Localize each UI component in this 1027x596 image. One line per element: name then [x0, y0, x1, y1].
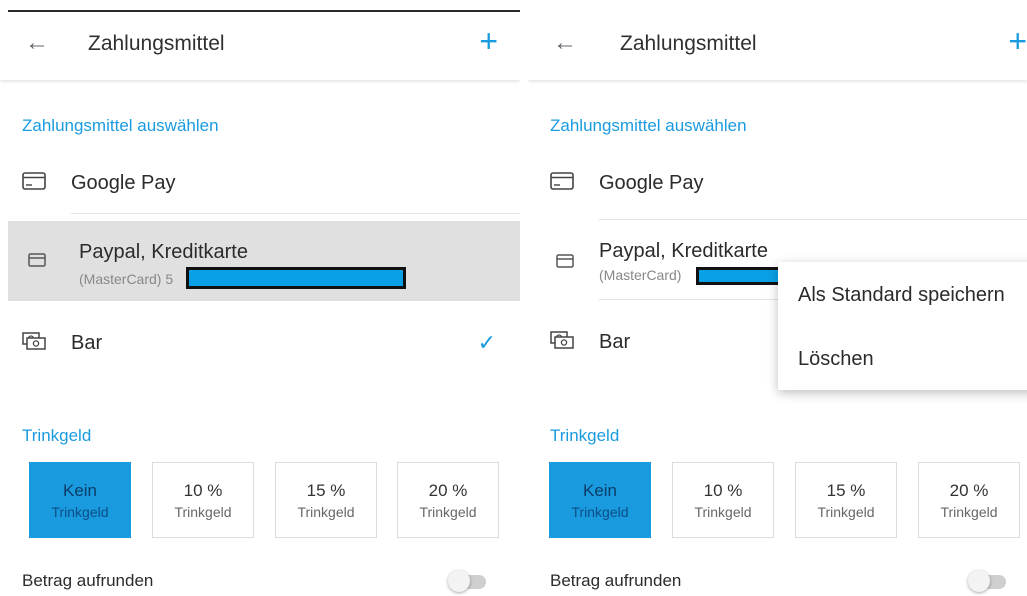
divider	[599, 219, 1027, 220]
cash-icon	[22, 332, 46, 350]
redaction-bar	[186, 267, 406, 289]
round-up-label: Betrag aufrunden	[22, 571, 154, 590]
tip-label: Trinkgeld	[571, 504, 629, 520]
tip-label: Trinkgeld	[51, 504, 109, 520]
payment-method-subtitle: (MasterCard) 5	[79, 271, 174, 287]
card-icon	[22, 172, 46, 190]
tip-label: Trinkgeld	[940, 504, 998, 520]
app-bar: ← Zahlungsmittel +	[0, 12, 520, 80]
tip-value: Kein	[582, 481, 618, 500]
tip-label: Trinkgeld	[419, 504, 477, 520]
tip-option-20[interactable]: 20 % Trinkgeld	[397, 462, 499, 538]
tip-option-none[interactable]: Kein Trinkgeld	[29, 462, 131, 538]
tip-value: 20 %	[428, 481, 468, 500]
tip-value: 10 %	[703, 481, 743, 500]
tip-value: Kein	[62, 481, 98, 500]
arrow-left-icon[interactable]: ←	[22, 28, 52, 58]
payment-method-subtitle: (MasterCard)	[599, 267, 682, 283]
add-button[interactable]: +	[479, 24, 498, 58]
checkmark-icon: ✓	[477, 330, 496, 355]
round-up-label: Betrag aufrunden	[550, 571, 682, 590]
payment-method-title: Google Pay	[71, 172, 176, 194]
payment-method-title: Bar	[71, 332, 103, 354]
payment-method-title: Paypal, Kreditkarte	[599, 240, 768, 262]
tip-option-10[interactable]: 10 % Trinkgeld	[672, 462, 774, 538]
screen-left: ← Zahlungsmittel + Zahlungsmittel auswäh…	[0, 0, 520, 596]
section-tip-label: Trinkgeld	[550, 426, 620, 445]
menu-item-set-default[interactable]: Als Standard speichern	[798, 284, 1005, 307]
payment-method-bar[interactable]: Bar ✓	[0, 323, 520, 363]
payment-method-paypal-highlighted[interactable]: Paypal, Kreditkarte (MasterCard) 5	[8, 221, 520, 301]
tip-value: 20 %	[949, 481, 989, 500]
toggle-knob	[448, 570, 470, 592]
context-menu: Als Standard speichern Löschen	[778, 262, 1027, 390]
add-button[interactable]: +	[1008, 24, 1027, 58]
tip-option-none[interactable]: Kein Trinkgeld	[549, 462, 651, 538]
payment-method-google-pay[interactable]: Google Pay	[528, 163, 1027, 203]
menu-item-delete[interactable]: Löschen	[798, 348, 874, 371]
card-icon	[556, 254, 574, 268]
redaction-bar	[696, 267, 782, 285]
cash-icon	[550, 331, 574, 349]
tip-label: Trinkgeld	[817, 504, 875, 520]
payment-method-title: Paypal, Kreditkarte	[79, 241, 248, 263]
payment-method-google-pay[interactable]: Google Pay	[0, 163, 520, 203]
payment-method-title: Bar	[599, 331, 631, 353]
toggle-knob	[968, 570, 990, 592]
tip-value: 15 %	[306, 481, 346, 500]
tip-option-15[interactable]: 15 % Trinkgeld	[795, 462, 897, 538]
divider	[71, 213, 520, 214]
tip-option-20[interactable]: 20 % Trinkgeld	[918, 462, 1020, 538]
card-icon	[550, 172, 574, 190]
section-tip-label: Trinkgeld	[22, 426, 92, 445]
tip-option-15[interactable]: 15 % Trinkgeld	[275, 462, 377, 538]
round-up-toggle[interactable]	[968, 570, 1010, 592]
app-bar: ← Zahlungsmittel +	[528, 12, 1027, 80]
card-icon	[28, 253, 46, 267]
payment-method-title: Google Pay	[599, 172, 704, 194]
page-title: Zahlungsmittel	[620, 32, 757, 55]
section-payment-label: Zahlungsmittel auswählen	[22, 116, 219, 135]
round-up-toggle[interactable]	[448, 570, 490, 592]
tip-label: Trinkgeld	[174, 504, 232, 520]
tip-value: 10 %	[183, 481, 223, 500]
page-title: Zahlungsmittel	[88, 32, 225, 55]
tip-value: 15 %	[826, 481, 866, 500]
tip-label: Trinkgeld	[694, 504, 752, 520]
tip-option-10[interactable]: 10 % Trinkgeld	[152, 462, 254, 538]
arrow-left-icon[interactable]: ←	[550, 28, 580, 58]
tip-label: Trinkgeld	[297, 504, 355, 520]
section-payment-label: Zahlungsmittel auswählen	[550, 116, 747, 135]
